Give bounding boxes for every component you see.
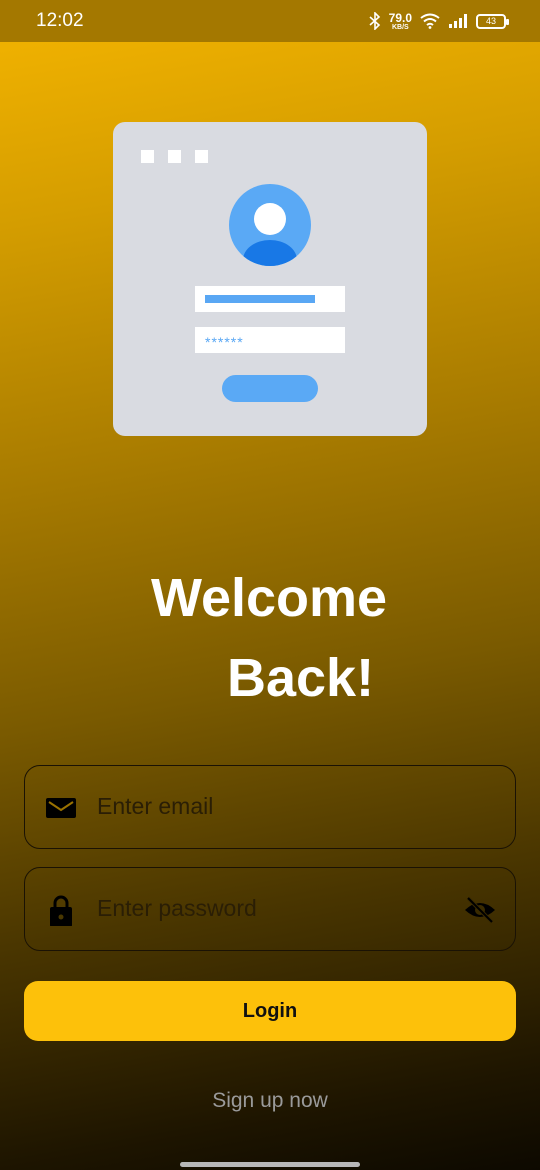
network-speed-value: 79.0 bbox=[388, 10, 412, 25]
mail-icon bbox=[46, 798, 76, 818]
home-indicator[interactable] bbox=[180, 1162, 360, 1167]
password-field[interactable]: Enter password bbox=[24, 867, 516, 951]
window-dot bbox=[141, 150, 154, 163]
wifi-icon bbox=[420, 13, 440, 29]
password-placeholder: Enter password bbox=[97, 895, 257, 921]
avatar-icon bbox=[229, 184, 311, 266]
window-dot bbox=[195, 150, 208, 163]
eye-off-icon[interactable] bbox=[463, 894, 497, 926]
network-speed: 79.0 KB/S bbox=[389, 12, 412, 31]
status-bar: 12:02 79.0 KB/S 43 bbox=[0, 0, 540, 42]
signup-link[interactable]: Sign up now bbox=[0, 1089, 540, 1113]
network-speed-unit: KB/S bbox=[391, 23, 409, 31]
status-icons: 79.0 KB/S 43 bbox=[369, 8, 509, 34]
status-time: 12:02 bbox=[36, 10, 84, 31]
signal-icon bbox=[449, 14, 467, 28]
login-illustration: ****** bbox=[113, 122, 427, 436]
login-button[interactable]: Login bbox=[24, 981, 516, 1041]
welcome-title-line2: Back! bbox=[227, 648, 375, 708]
lock-icon bbox=[50, 895, 72, 926]
email-field[interactable]: Enter email bbox=[24, 765, 516, 849]
battery-icon: 43 bbox=[476, 13, 509, 29]
window-dot bbox=[168, 150, 181, 163]
illustration-button bbox=[222, 375, 318, 402]
email-placeholder: Enter email bbox=[97, 793, 214, 819]
illustration-password-field: ****** bbox=[195, 327, 345, 353]
illustration-username-field bbox=[195, 286, 345, 312]
welcome-title-line1: Welcome bbox=[151, 568, 388, 628]
bluetooth-icon bbox=[369, 12, 380, 30]
